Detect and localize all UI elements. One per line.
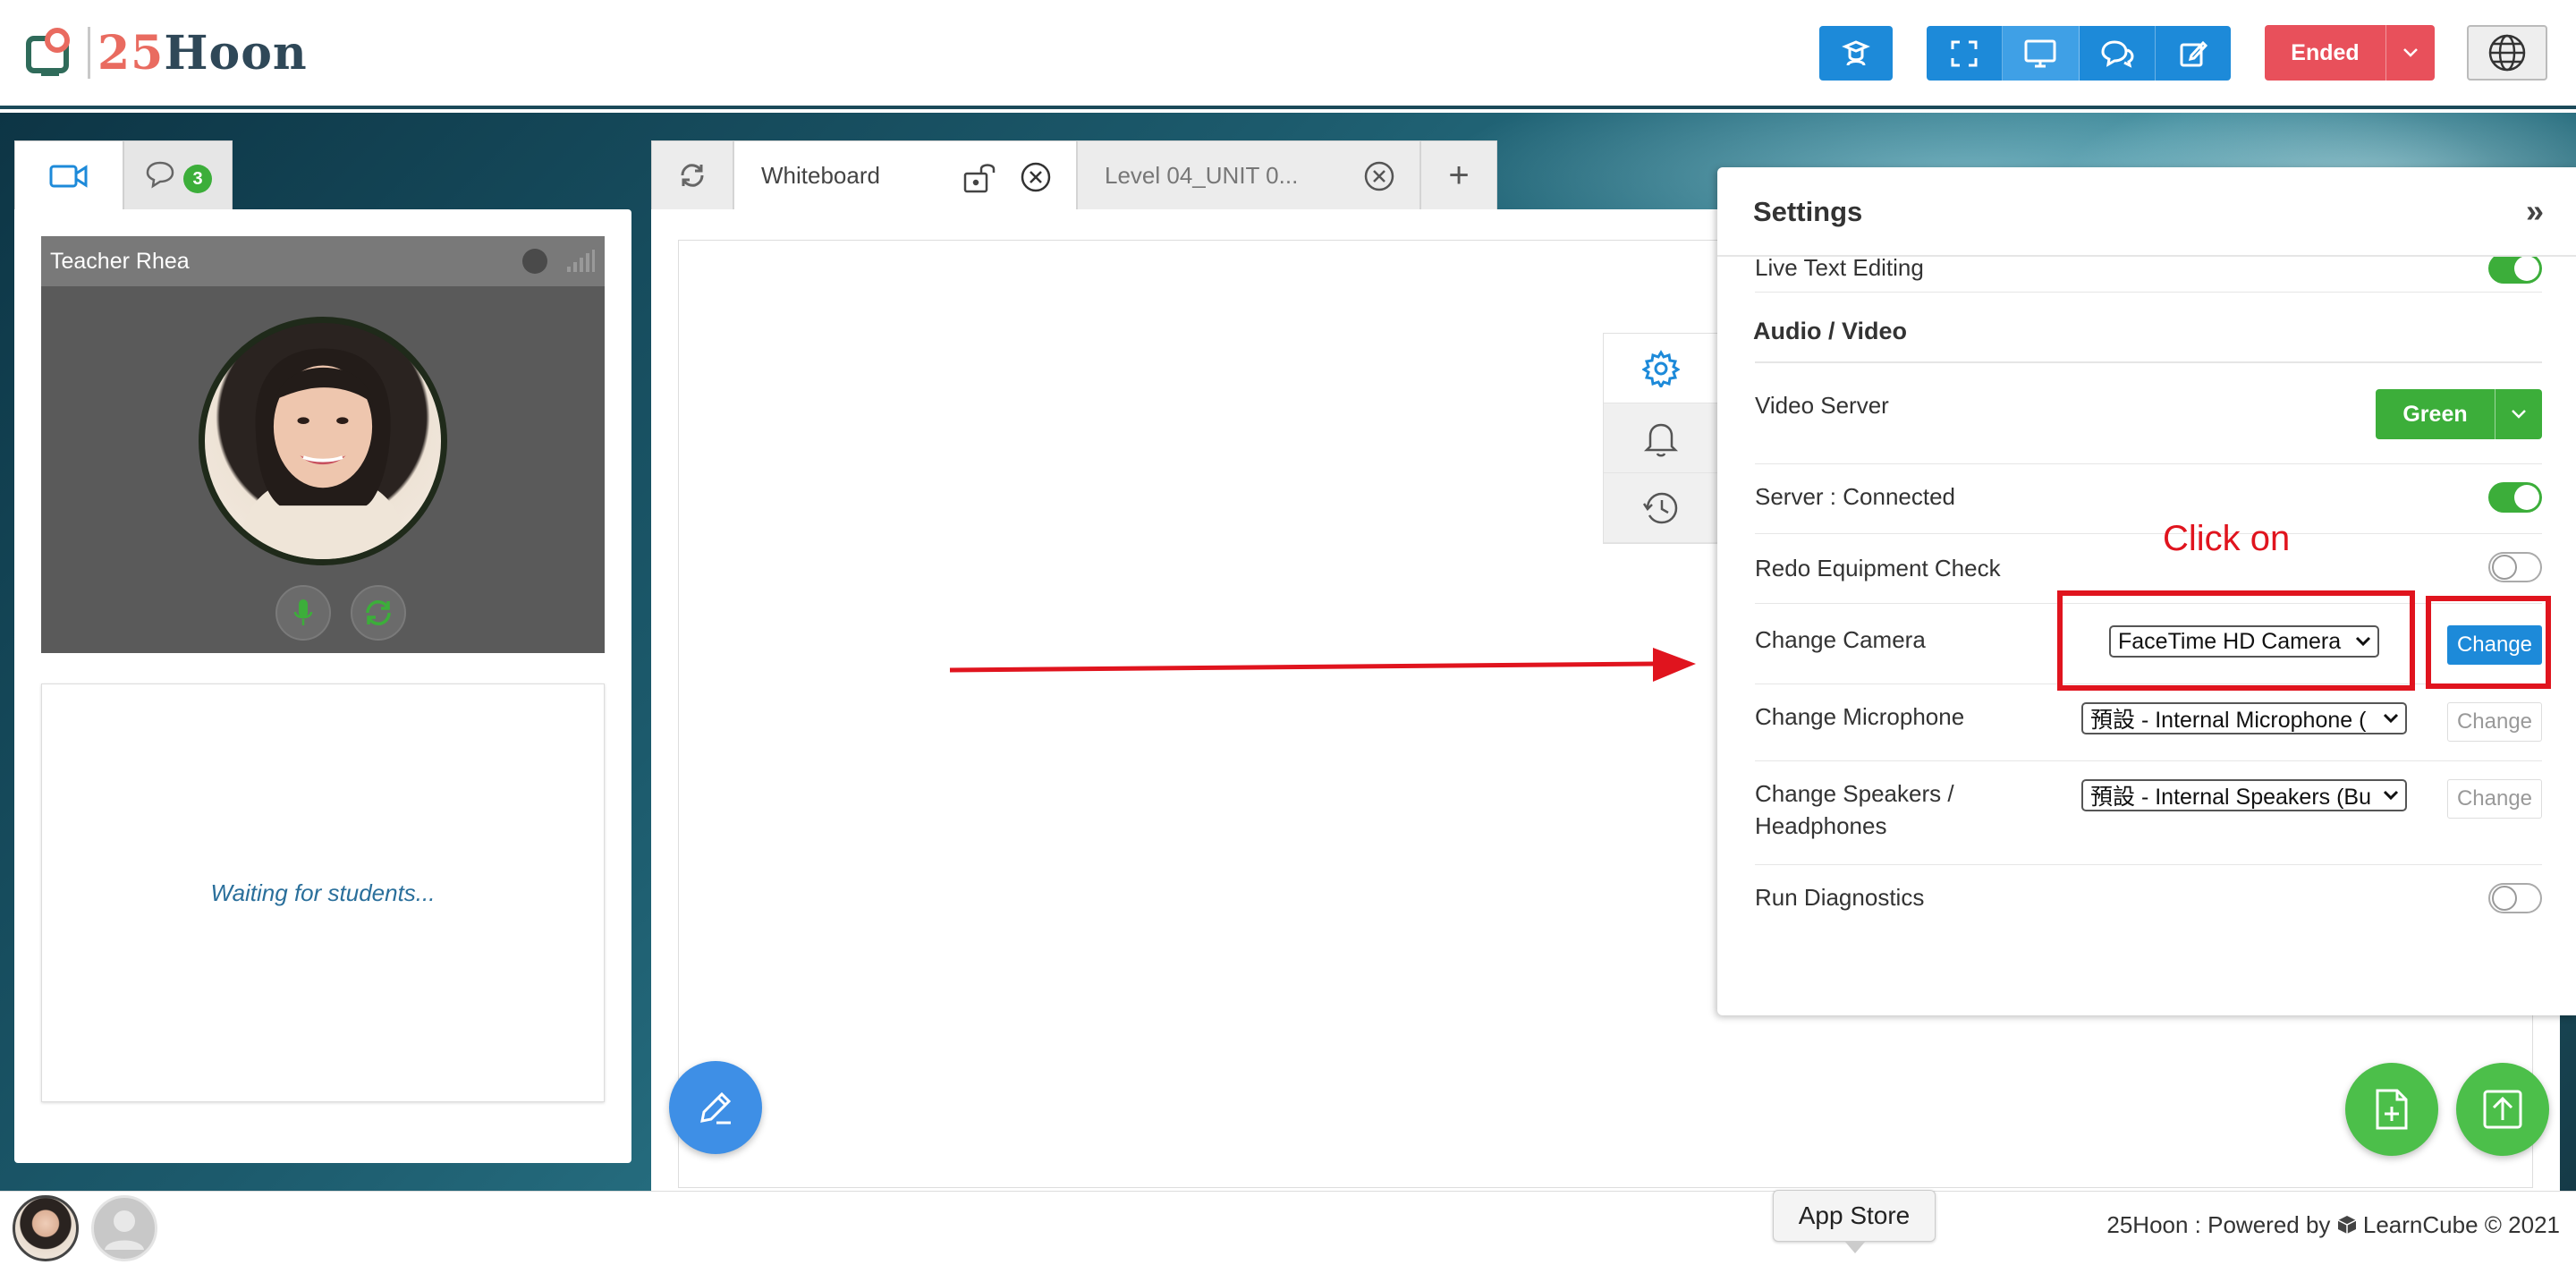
microphone-button[interactable] [275,585,331,641]
settings-row-diagnostics: Run Diagnostics [1755,865,2542,933]
close-tab-icon[interactable] [1021,162,1051,192]
student-placeholder-avatar[interactable] [91,1195,157,1261]
draw-tool-button[interactable] [669,1061,762,1154]
settings-row-microphone: Change Microphone 預設 - Internal Micropho… [1755,684,2542,761]
speakers-select[interactable]: 預設 - Internal Speakers (Bu [2081,779,2407,811]
teacher-icon [1842,39,1870,66]
annotation-box-camera-select [2057,590,2415,691]
settings-row-speakers: Change Speakers / Headphones 預設 - Intern… [1755,761,2542,865]
left-panel: Teacher Rhea Waiting for students... [14,209,631,1163]
file-add-icon [2376,1089,2408,1130]
change-speakers-button[interactable]: Change [2447,779,2542,819]
microphone-select[interactable]: 預設 - Internal Microphone ( [2081,702,2407,734]
settings-button[interactable] [1604,334,1718,403]
logo-mark-icon [25,26,79,80]
section-audio-video: Audio / Video [1753,318,1908,344]
participant-name: Teacher Rhea [50,248,190,274]
annotation-arrow-icon [949,648,1696,682]
edit-icon [2180,40,2207,66]
run-diagnostics-toggle[interactable] [2488,883,2542,913]
left-panel-tabs: 3 [14,140,233,210]
user-icon [105,1210,144,1250]
history-icon [1642,492,1678,523]
top-bar: 25Hoon Ended [0,0,2576,109]
refresh-video-button[interactable] [351,585,406,641]
logo-text: 25Hoon [97,25,308,81]
tab-video[interactable] [14,140,123,210]
gear-icon [1642,349,1680,387]
refresh-tabs-button[interactable] [651,140,733,210]
teacher-thumbnail-avatar[interactable] [13,1195,79,1261]
record-indicator-icon [522,249,547,274]
redo-equipment-toggle[interactable] [2488,552,2542,582]
annotate-button[interactable] [2156,26,2231,81]
whiteboard-tabs: Whiteboard Level 04_UNIT 0... + [651,140,1497,210]
chevron-down-icon[interactable] [2386,25,2435,81]
chevron-down-icon [2380,785,2402,806]
close-tab-icon[interactable] [1364,161,1394,191]
video-card-header: Teacher Rhea [41,236,605,286]
video-camera-icon [49,164,88,188]
fullscreen-icon [1951,40,1978,66]
waiting-message: Waiting for students... [210,879,436,906]
upload-button[interactable] [2456,1063,2549,1156]
logo: 25Hoon [25,21,308,84]
screen-share-button[interactable] [2003,26,2080,81]
globe-icon [2488,34,2526,72]
pen-icon [700,1091,732,1125]
annotation-box-change-button [2426,596,2551,689]
chevron-down-icon[interactable] [2496,389,2542,439]
chat-icon [2101,39,2134,68]
fullscreen-button[interactable] [1927,26,2004,81]
change-microphone-button[interactable]: Change [2447,702,2542,742]
add-file-button[interactable] [2345,1063,2438,1156]
language-button[interactable] [2467,25,2547,81]
add-tab-button[interactable]: + [1420,140,1497,210]
view-button-group [1927,26,2231,81]
bell-icon [1643,423,1679,456]
tab-whiteboard[interactable]: Whiteboard [733,140,1077,210]
settings-row-live-text: Live Text Editing [1755,257,2542,293]
chat-icon [146,161,174,189]
server-connected-toggle[interactable] [2488,482,2542,513]
tab-level-04-unit[interactable]: Level 04_UNIT 0... [1077,140,1420,210]
signal-strength-icon [567,250,595,272]
whiteboard-side-menu [1603,333,1719,544]
chat-view-button[interactable] [2080,26,2156,81]
video-server-select[interactable]: Green [2376,389,2542,439]
settings-row-server-status: Server : Connected [1755,464,2542,534]
history-button[interactable] [1604,473,1718,543]
annotation-click-on: Click on [2163,519,2291,558]
ended-button[interactable]: Ended [2265,25,2435,81]
notifications-button[interactable] [1604,403,1718,473]
collapse-settings-button[interactable]: » [2526,192,2544,230]
upload-icon [2483,1090,2522,1129]
screen-icon [2024,39,2056,67]
powered-by-text: 25Hoon : Powered by LearnCube © 2021 [2106,1211,2560,1238]
refresh-icon [366,600,391,625]
chat-count-badge: 3 [183,165,212,193]
students-waiting-area: Waiting for students... [41,683,605,1102]
cube-icon [2337,1216,2356,1234]
teacher-mode-button[interactable] [1819,26,1893,81]
unlock-icon[interactable] [963,161,1003,193]
settings-row-video-server: Video Server Green [1755,384,2542,464]
app-store-button[interactable]: App Store [1773,1190,1936,1242]
settings-title: Settings [1753,196,1863,227]
tab-chat[interactable]: 3 [123,140,233,210]
live-text-toggle[interactable] [2488,257,2542,284]
refresh-icon [681,164,704,187]
chevron-down-icon [2380,708,2402,729]
teacher-avatar [199,317,447,565]
microphone-icon [293,599,313,625]
teacher-video-card: Teacher Rhea [41,236,605,653]
